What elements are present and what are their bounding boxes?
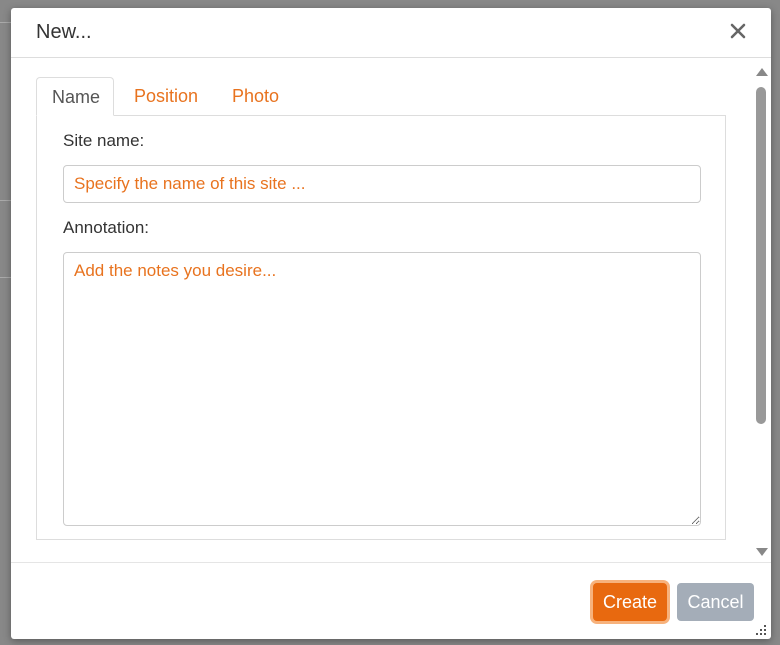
site-name-label: Site name:: [63, 131, 145, 150]
resize-grip-icon[interactable]: [755, 624, 767, 636]
new-site-dialog: New... Name Position Photo Site name: An…: [11, 8, 771, 639]
name-tab-panel: Site name: Annotation:: [36, 115, 726, 540]
site-name-input[interactable]: [63, 165, 701, 203]
cancel-button[interactable]: Cancel: [677, 583, 754, 621]
close-icon[interactable]: [727, 20, 749, 42]
dialog-title: New...: [36, 21, 92, 43]
dialog-header: New...: [11, 8, 771, 58]
scroll-thumb[interactable]: [756, 87, 766, 424]
annotation-label: Annotation:: [63, 218, 150, 237]
dialog-body: Name Position Photo Site name: Annotatio…: [11, 58, 771, 562]
create-button[interactable]: Create: [593, 583, 667, 621]
tab-name[interactable]: Name: [36, 77, 114, 116]
scroll-down-arrow-icon[interactable]: [756, 548, 768, 556]
vertical-scrollbar[interactable]: [753, 58, 771, 562]
annotation-textarea[interactable]: [63, 252, 701, 526]
dialog-footer: Create Cancel: [11, 562, 771, 639]
tab-position[interactable]: Position: [119, 77, 213, 116]
tab-photo[interactable]: Photo: [217, 77, 294, 116]
scroll-up-arrow-icon[interactable]: [756, 68, 768, 76]
